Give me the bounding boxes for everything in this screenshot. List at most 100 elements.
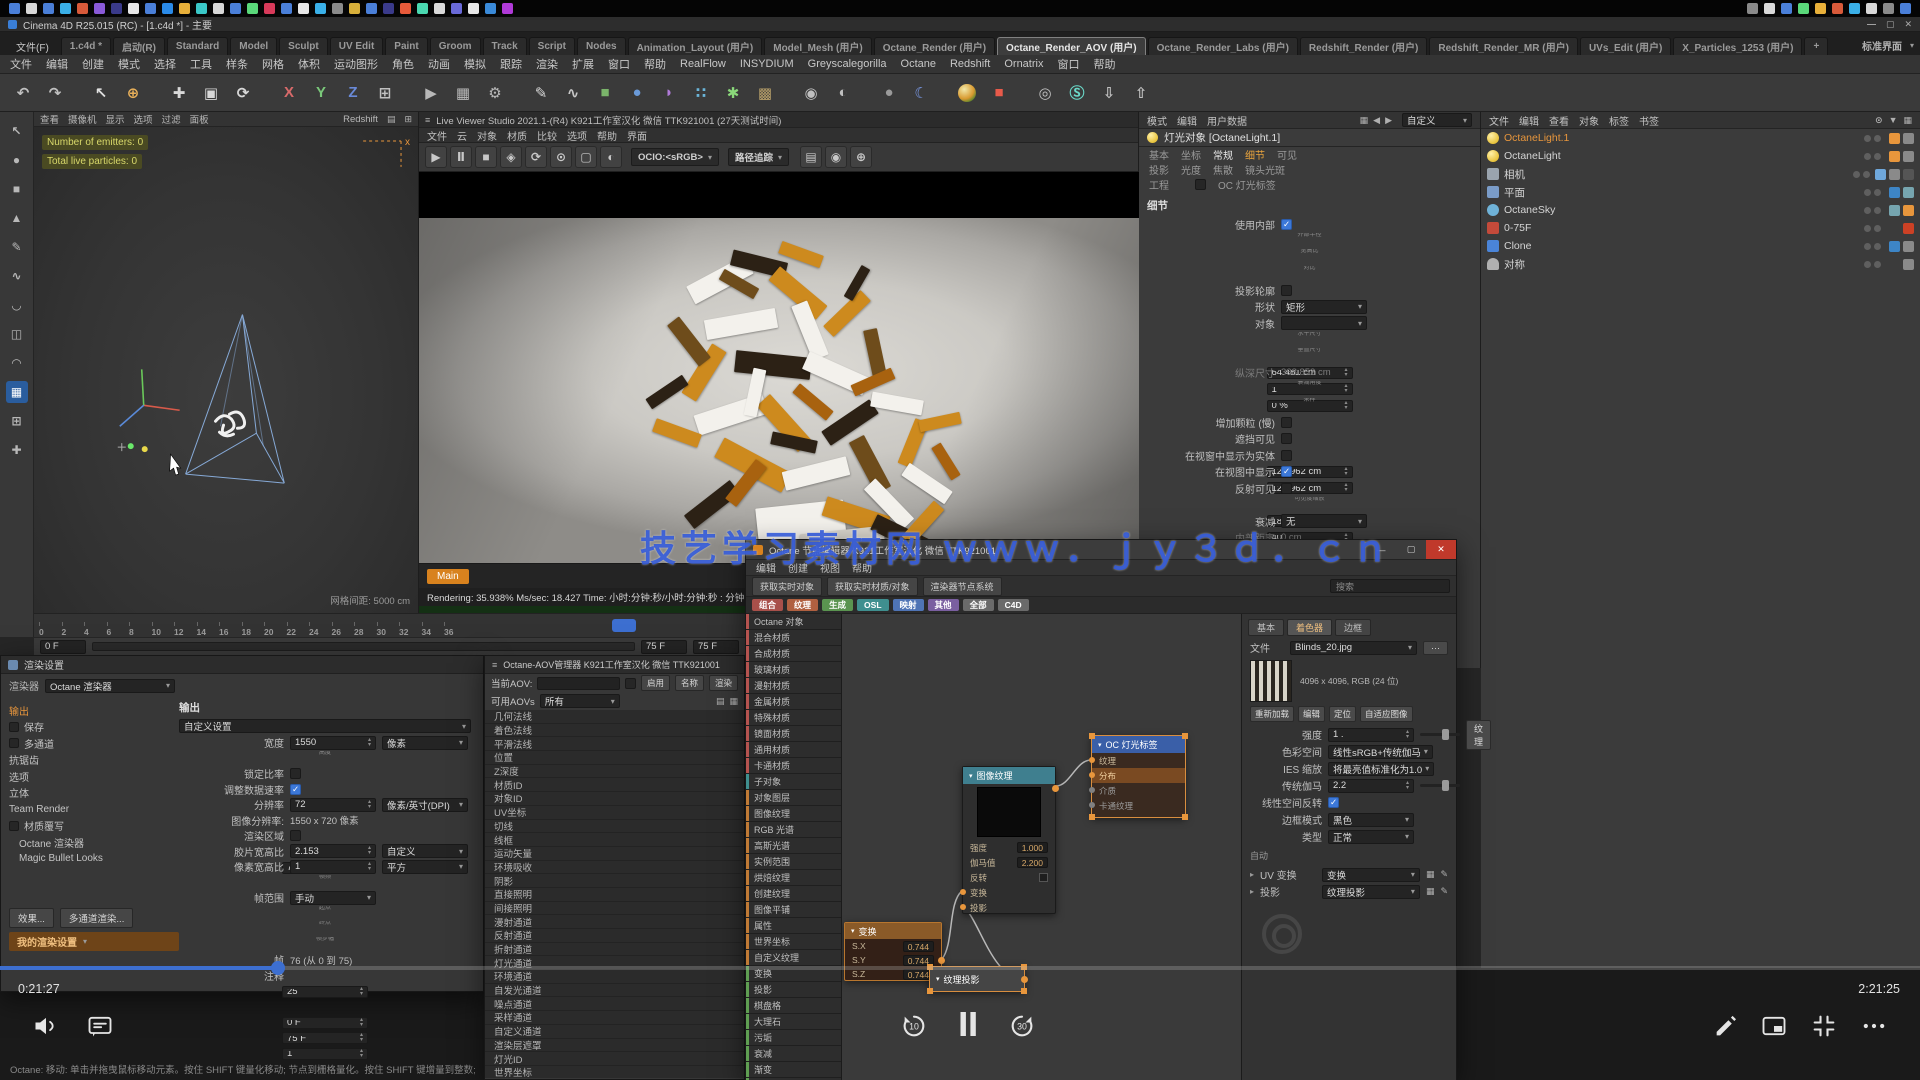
- taskbar-app-icon[interactable]: [77, 3, 88, 14]
- layout-tab[interactable]: Octane_Render (用户): [874, 37, 995, 55]
- node-value-field[interactable]: 0.744: [903, 941, 934, 952]
- aov-item[interactable]: 折射通道: [485, 943, 744, 957]
- multipass-button[interactable]: 多通道渲染...: [60, 908, 133, 928]
- node-row[interactable]: 投影: [963, 900, 1055, 915]
- node-row[interactable]: S.X0.744: [845, 939, 941, 953]
- file-menu[interactable]: 文件(F): [6, 37, 59, 55]
- tag-icon[interactable]: [1875, 169, 1886, 180]
- node-type-item[interactable]: 创建纹理: [746, 886, 841, 902]
- sphere-tool-icon[interactable]: ●: [6, 149, 28, 171]
- dropdown[interactable]: 自定义▾: [382, 844, 468, 858]
- clay-mode-icon[interactable]: ◐: [600, 146, 622, 168]
- dropdown[interactable]: 线性sRGB+传统伽马▾: [1328, 745, 1433, 759]
- taskbar-app-icon[interactable]: [179, 3, 190, 14]
- checkbox[interactable]: [9, 738, 19, 748]
- video-progress-bar[interactable]: [0, 966, 1920, 970]
- visibility-dots[interactable]: [1864, 189, 1881, 196]
- menu-item[interactable]: 样条: [226, 56, 248, 72]
- checkbox[interactable]: [1281, 483, 1292, 494]
- viewer-menu-item[interactable]: 云: [457, 128, 467, 143]
- visibility-dots[interactable]: [1853, 171, 1870, 178]
- aov-name-input[interactable]: [537, 677, 620, 690]
- layout-tab[interactable]: Standard: [167, 37, 228, 55]
- node-type-item[interactable]: 烘焙纹理: [746, 870, 841, 886]
- live-selection-icon[interactable]: ⊕: [118, 78, 148, 108]
- dropdown[interactable]: 平方▾: [382, 860, 468, 874]
- projection-link[interactable]: 纹理投影▾: [1322, 885, 1420, 899]
- kernel-dropdown[interactable]: 路径追踪▾: [728, 148, 789, 166]
- taskbar-app-icon[interactable]: [485, 3, 496, 14]
- node-type-item[interactable]: 子对象: [746, 774, 841, 790]
- aov-item[interactable]: 着色法线: [485, 724, 744, 738]
- cube-tool-icon[interactable]: ■: [6, 178, 28, 200]
- menu-item[interactable]: 跟踪: [500, 56, 522, 72]
- menu-item[interactable]: 扩展: [572, 56, 594, 72]
- value-field[interactable]: 1▴▾: [290, 860, 376, 874]
- aov-item[interactable]: 漫射通道: [485, 915, 744, 929]
- selection-handle[interactable]: [927, 988, 933, 994]
- viewer-menu-item[interactable]: 比较: [537, 128, 557, 143]
- object-label[interactable]: OctaneSky: [1504, 204, 1555, 216]
- volume-icon[interactable]: ▩: [750, 78, 780, 108]
- spline-tool-icon[interactable]: ∿: [558, 78, 588, 108]
- node-type-item[interactable]: 世界坐标: [746, 934, 841, 950]
- taskbar-app-icon[interactable]: [366, 3, 377, 14]
- node-type-item[interactable]: 漫射材质: [746, 678, 841, 694]
- taskbar-app-icon[interactable]: [502, 3, 513, 14]
- viewport-menu-item[interactable]: 查看: [40, 112, 59, 126]
- aov-item[interactable]: 直接照明: [485, 888, 744, 902]
- expand-icon[interactable]: ▸: [1250, 870, 1254, 879]
- object-icon[interactable]: [1487, 168, 1499, 180]
- pause-button[interactable]: [950, 1006, 986, 1042]
- lock-resolution-icon[interactable]: ◈: [500, 146, 522, 168]
- checkbox[interactable]: [9, 821, 19, 831]
- render-settings-category[interactable]: 选项: [5, 768, 163, 785]
- object-label[interactable]: 对称: [1504, 257, 1525, 272]
- attr-menu-item[interactable]: 用户数据: [1207, 113, 1247, 128]
- aov-item[interactable]: Z深度: [485, 765, 744, 779]
- menu-item[interactable]: 编辑: [46, 56, 68, 72]
- checkbox[interactable]: [1281, 433, 1292, 444]
- aov-item[interactable]: UV坐标: [485, 806, 744, 820]
- object-label[interactable]: 平面: [1504, 185, 1525, 200]
- rewind-10-button[interactable]: 10: [900, 1012, 928, 1040]
- checkbox[interactable]: [1281, 450, 1292, 461]
- viewer-menu-item[interactable]: 选项: [567, 128, 587, 143]
- camera-lock-icon[interactable]: ◉: [825, 146, 847, 168]
- taskbar-app-icon[interactable]: [298, 3, 309, 14]
- uv-transform-link[interactable]: 变换▾: [1322, 868, 1420, 882]
- category-chip[interactable]: 纹理: [787, 599, 818, 611]
- tag-icon[interactable]: [1903, 133, 1914, 144]
- axis-z-button[interactable]: Z: [338, 78, 368, 108]
- live-viewer-titlebar[interactable]: ≡ Live Viewer Studio 2021.1-(R4) K921工作室…: [419, 112, 1138, 128]
- attribute-tab[interactable]: 镜头光斑: [1245, 162, 1285, 177]
- tag-icon[interactable]: [1903, 151, 1914, 162]
- viewport-canvas[interactable]: x Number of emitters: 0Total live partic…: [34, 127, 418, 613]
- checkbox[interactable]: [1281, 285, 1292, 296]
- port-dot[interactable]: [1089, 787, 1095, 793]
- visibility-dots[interactable]: [1864, 261, 1881, 268]
- axis-y-button[interactable]: Y: [306, 78, 336, 108]
- node-type-item[interactable]: 卡通材质: [746, 758, 841, 774]
- dropdown[interactable]: 黑色▾: [1328, 813, 1414, 827]
- menu-item[interactable]: 运动图形: [334, 56, 378, 72]
- undo-icon[interactable]: ↶: [8, 78, 38, 108]
- render-region-icon[interactable]: ▢: [575, 146, 597, 168]
- aov-item[interactable]: 噪点通道: [485, 997, 744, 1011]
- render-layer-chip[interactable]: Main: [427, 569, 469, 584]
- add-aov-icon[interactable]: ⊕: [850, 146, 872, 168]
- object-row[interactable]: 平面: [1481, 183, 1920, 201]
- viewport-renderer-menu[interactable]: Redshift: [343, 114, 378, 125]
- port-dot[interactable]: [960, 889, 966, 895]
- restart-render-icon[interactable]: ⟳: [525, 146, 547, 168]
- get-live-material-button[interactable]: 获取实时材质/对象: [827, 577, 918, 596]
- node-link-icon[interactable]: ▦: [1426, 869, 1435, 880]
- node-row[interactable]: 介质: [1092, 783, 1185, 798]
- forward-30-button[interactable]: 30: [1008, 1012, 1036, 1040]
- effects-button[interactable]: 效果...: [9, 908, 54, 928]
- menu-item[interactable]: INSYDIUM: [740, 58, 794, 70]
- taskbar-app-icon[interactable]: [383, 3, 394, 14]
- port-dot[interactable]: [1089, 802, 1095, 808]
- object-icon[interactable]: [1487, 204, 1499, 216]
- texture-thumbnail[interactable]: [977, 787, 1041, 837]
